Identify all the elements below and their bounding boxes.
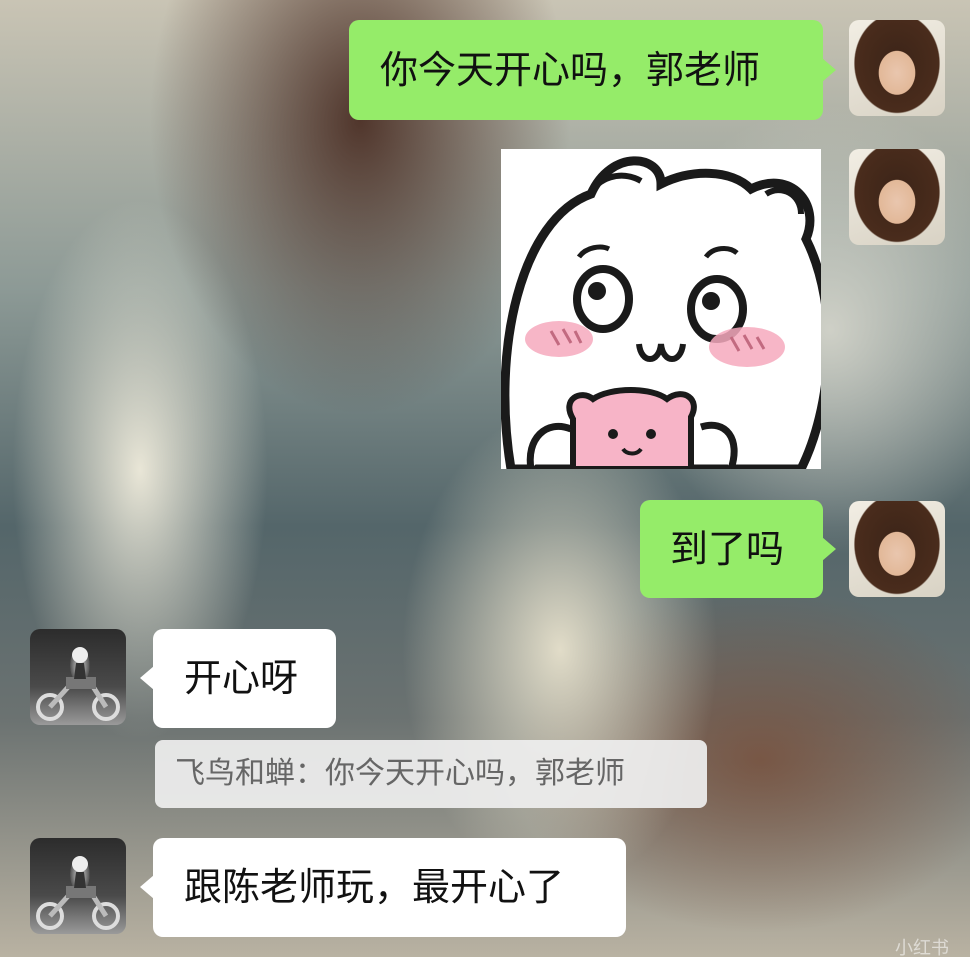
quote-text: 飞鸟和蝉：你今天开心吗，郭老师 bbox=[175, 756, 625, 791]
bubble-tail bbox=[140, 875, 154, 899]
message-text: 跟陈老师玩，最开心了 bbox=[184, 865, 565, 909]
bubble-tail bbox=[822, 58, 836, 82]
motorcycle-icon bbox=[36, 856, 120, 930]
self-avatar[interactable] bbox=[849, 20, 945, 116]
message-text: 开心呀 bbox=[184, 656, 299, 700]
bubble-tail bbox=[822, 537, 836, 561]
message-bubble[interactable]: 到了吗 bbox=[640, 500, 823, 598]
motorcycle-icon bbox=[36, 647, 120, 721]
self-avatar[interactable] bbox=[849, 149, 945, 245]
sticker-image[interactable] bbox=[501, 149, 821, 469]
watermark-text: 小红书 bbox=[895, 938, 949, 957]
chat-screen: 你今天开心吗，郭老师 到了吗 开心呀 飞鸟和蝉：你今天开心吗，郭老师 跟陈老师玩… bbox=[0, 0, 970, 957]
message-bubble[interactable]: 你今天开心吗，郭老师 bbox=[349, 20, 823, 120]
self-avatar[interactable] bbox=[849, 501, 945, 597]
message-text: 你今天开心吗，郭老师 bbox=[380, 48, 761, 92]
bubble-tail bbox=[140, 666, 154, 690]
sticker-drawing bbox=[501, 149, 821, 469]
message-text: 到了吗 bbox=[670, 527, 785, 571]
contact-avatar[interactable] bbox=[30, 838, 126, 934]
quoted-message[interactable]: 飞鸟和蝉：你今天开心吗，郭老师 bbox=[155, 740, 707, 808]
message-bubble[interactable]: 开心呀 bbox=[153, 629, 336, 728]
contact-avatar[interactable] bbox=[30, 629, 126, 725]
message-bubble[interactable]: 跟陈老师玩，最开心了 bbox=[153, 838, 626, 937]
